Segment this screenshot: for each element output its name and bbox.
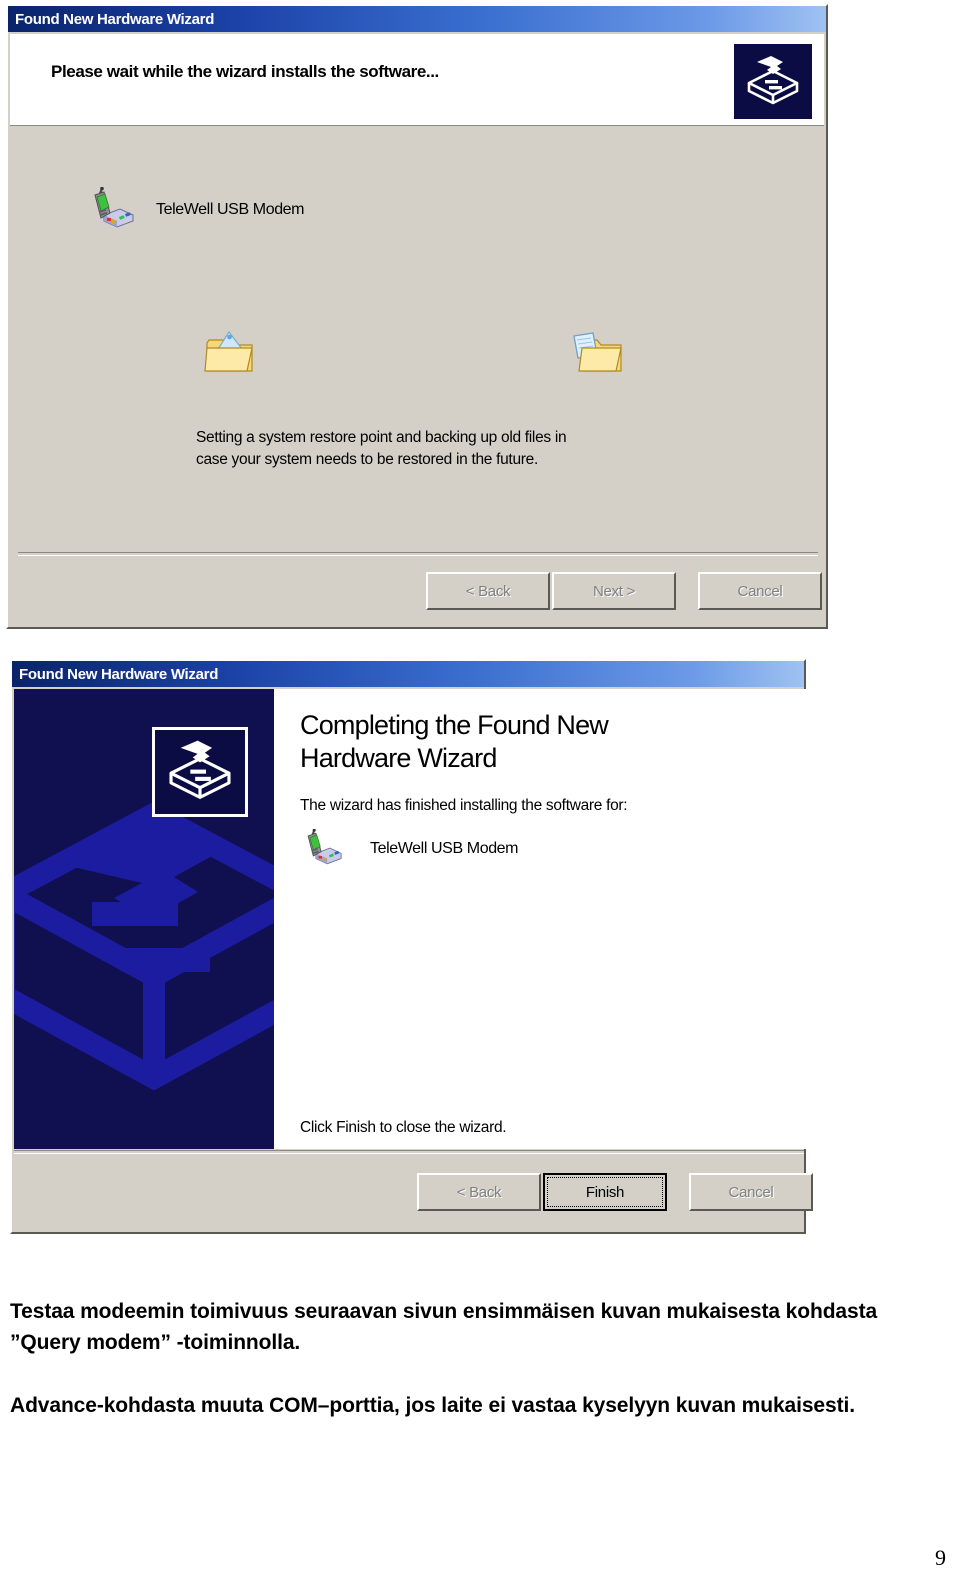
wizard-complete-content: Completing the Found New Hardware Wizard…	[274, 689, 806, 1149]
complete-heading-line-1: Completing the Found New	[300, 710, 609, 740]
button-bar-separator-complete	[14, 1150, 804, 1154]
wizard-header-text: Please wait while the wizard installs th…	[51, 62, 439, 81]
wizard-banner-panel	[14, 689, 274, 1149]
complete-heading: Completing the Found New Hardware Wizard	[300, 709, 609, 775]
copy-progress-animation	[10, 327, 824, 397]
install-status-line-1: Setting a system restore point and backi…	[196, 429, 567, 446]
next-button[interactable]: Next >	[552, 572, 676, 610]
hardware-wizard-icon	[734, 44, 812, 119]
back-button-label: < Back	[465, 582, 511, 600]
finish-button-label: Finish	[585, 1183, 625, 1201]
found-new-hardware-wizard-complete-dialog: Found New Hardware Wizard Completing the…	[10, 659, 813, 1234]
cancel-button-label: Cancel	[737, 582, 783, 600]
installing-device-row: TeleWell USB Modem	[86, 187, 305, 233]
cancel-button-complete[interactable]: Cancel	[689, 1173, 813, 1211]
back-button-complete[interactable]: < Back	[417, 1173, 541, 1211]
wizard-body-pane: TeleWell USB Modem Setting a system rest…	[10, 127, 824, 552]
wizard-header-pane: Please wait while the wizard installs th…	[10, 34, 824, 126]
installed-device-label: TeleWell USB Modem	[370, 840, 519, 857]
hardware-wizard-glyph	[747, 55, 799, 104]
back-button[interactable]: < Back	[426, 572, 550, 610]
complete-heading-line-2: Hardware Wizard	[300, 743, 497, 773]
titlebar-complete: Found New Hardware Wizard	[12, 661, 804, 687]
found-new-hardware-wizard-install-dialog: Found New Hardware Wizard Please wait wh…	[6, 4, 828, 629]
wizard-button-bar-install: < Back Next > Cancel	[426, 572, 822, 610]
back-button-complete-label: < Back	[456, 1183, 502, 1201]
folder-document-out-glyph	[204, 330, 253, 372]
folder-document-out-icon	[202, 327, 258, 379]
caption-paragraph-2: Advance-kohdasta muuta COM–porttia, jos …	[10, 1394, 855, 1417]
next-button-label: Next >	[593, 582, 635, 600]
usb-modem-glyph	[94, 187, 134, 228]
folder-document-in-icon	[568, 327, 624, 379]
install-status-text: Setting a system restore point and backi…	[196, 427, 567, 471]
hardware-wizard-icon-banner	[152, 727, 248, 817]
window-title: Found New Hardware Wizard	[15, 10, 215, 28]
wizard-button-bar-complete: < Back Finish Cancel	[417, 1173, 813, 1211]
finish-button[interactable]: Finish	[543, 1173, 667, 1211]
hardware-wizard-glyph-banner	[169, 740, 231, 799]
usb-modem-glyph-complete	[307, 829, 342, 865]
complete-subtitle: The wizard has finished installing the s…	[300, 797, 628, 814]
page-number: 9	[935, 1545, 946, 1570]
installing-device-label: TeleWell USB Modem	[156, 201, 305, 218]
folder-document-in-glyph	[573, 332, 622, 372]
complete-footnote: Click Finish to close the wizard.	[300, 1119, 507, 1136]
installed-device-row: TeleWell USB Modem	[300, 829, 519, 869]
caption-paragraph-1: Testaa modeemin toimivuus seuraavan sivu…	[10, 1300, 878, 1354]
install-status-line-2: case your system needs to be restored in…	[196, 451, 538, 468]
usb-modem-icon	[86, 187, 136, 233]
window-title-complete: Found New Hardware Wizard	[19, 665, 219, 683]
cancel-button[interactable]: Cancel	[698, 572, 822, 610]
usb-modem-icon-complete	[300, 829, 344, 869]
titlebar-install: Found New Hardware Wizard	[8, 6, 826, 32]
button-bar-separator	[18, 552, 818, 556]
cancel-button-complete-label: Cancel	[728, 1183, 774, 1201]
